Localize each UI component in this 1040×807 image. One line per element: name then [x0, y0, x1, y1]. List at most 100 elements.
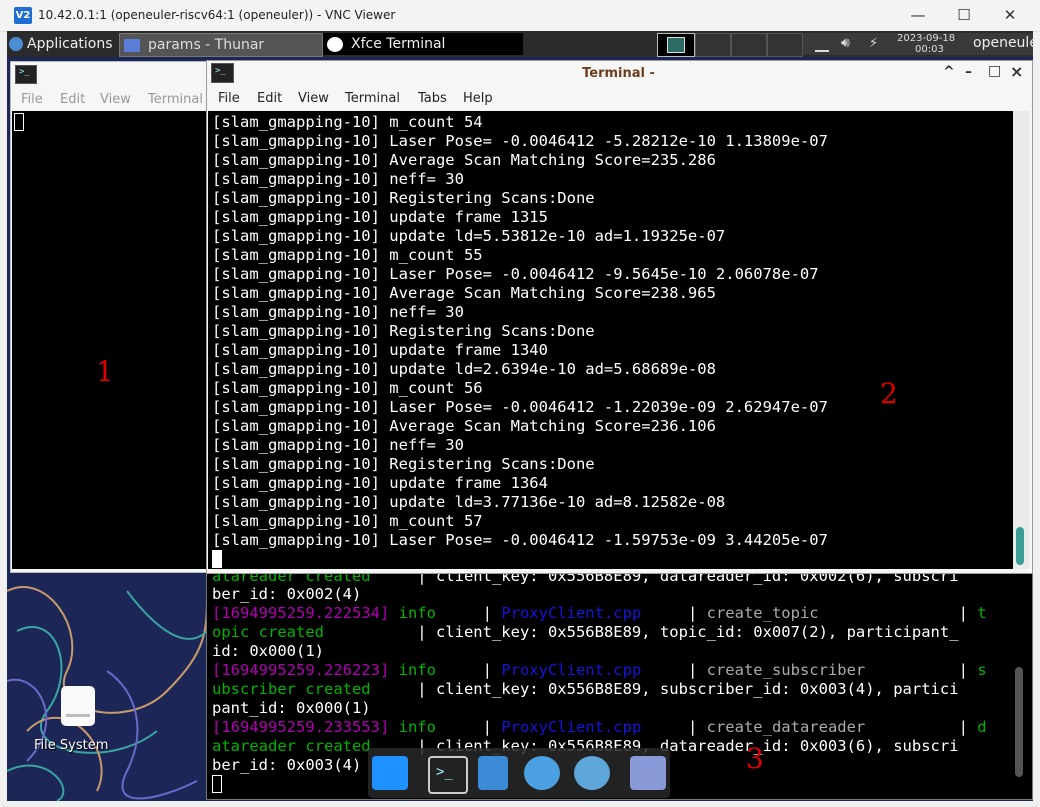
- taskbar-terminal-label: Xfce Terminal: [351, 36, 446, 52]
- terminal2-line: [slam_gmapping-10] Registering Scans:Don…: [212, 322, 595, 340]
- file-system-label: File System: [34, 738, 109, 753]
- terminal2-line: [slam_gmapping-10] m_count 54: [212, 113, 483, 131]
- term2-menu-terminal[interactable]: Terminal: [345, 91, 400, 106]
- terminal2-line: [slam_gmapping-10] update frame 1315: [212, 208, 548, 226]
- term3-line: [1694995259.233553] info | ProxyClient.c…: [212, 718, 987, 736]
- terminal2-line: [slam_gmapping-10] Laser Pose= -0.004641…: [212, 265, 819, 283]
- web-browser-icon[interactable]: [524, 756, 560, 790]
- terminal2-cursor: [212, 550, 222, 568]
- workspace-1[interactable]: [657, 33, 695, 57]
- term3-line: [1694995259.226223] info | ProxyClient.c…: [212, 661, 987, 679]
- terminal2-title: Terminal -: [582, 66, 655, 81]
- terminal2-line: [slam_gmapping-10] Laser Pose= -0.004641…: [212, 132, 828, 150]
- terminal2-menubar: File Edit View Terminal Tabs Help: [206, 88, 1031, 110]
- term3-line: ber_id: 0x002(4): [212, 585, 362, 603]
- vnc-maximize-button[interactable]: ☐: [941, 0, 987, 31]
- term1-menu-file[interactable]: File: [21, 92, 43, 107]
- terminal2-output[interactable]: [slam_gmapping-10] m_count 54 [slam_gmapp…: [208, 111, 1013, 569]
- terminal2-line: [slam_gmapping-10] m_count 55: [212, 246, 483, 264]
- term3-line: ubscriber created | client_key: 0x556B8E…: [212, 680, 959, 698]
- term2-menu-help[interactable]: Help: [463, 91, 493, 106]
- term2-menu-edit[interactable]: Edit: [257, 91, 282, 106]
- xfce-mouse-icon: [9, 37, 23, 51]
- dock: >_: [368, 748, 670, 798]
- term2-menu-file[interactable]: File: [218, 91, 240, 106]
- terminal2-line: [slam_gmapping-10] Registering Scans:Don…: [212, 189, 595, 207]
- network-icon[interactable]: [815, 38, 829, 52]
- applications-menu-button[interactable]: Applications: [9, 33, 117, 55]
- annotation-label: 2: [880, 377, 898, 410]
- user-name[interactable]: openeuler: [973, 35, 1040, 51]
- vnc-window-title: 10.42.0.1:1 (openeuler-riscv64:1 (openeu…: [38, 8, 396, 22]
- power-icon[interactable]: ⚡︎: [869, 36, 878, 51]
- terminal2-maximize-button[interactable]: □: [988, 63, 1001, 79]
- system-tray: 🔊︎ ⚡︎ 2023-09-18 00:03 openeuler: [803, 33, 1040, 55]
- taskbar-thunar[interactable]: params - Thunar: [119, 33, 323, 57]
- terminal2-line: [slam_gmapping-10] Average Scan Matching…: [212, 151, 716, 169]
- terminal1-cursor: [14, 113, 24, 131]
- vnc-logo-icon: V2: [14, 7, 32, 24]
- terminal3-cursor: [212, 775, 222, 793]
- terminal-launcher-icon[interactable]: >_: [428, 756, 468, 794]
- terminal-app-icon: [327, 36, 343, 52]
- clock-time[interactable]: 00:03: [915, 44, 944, 55]
- terminal2-line: [slam_gmapping-10] update ld=3.77136e-10…: [212, 493, 726, 511]
- terminal2-line: [slam_gmapping-10] m_count 56: [212, 379, 483, 397]
- terminal2-minimize-button[interactable]: –: [965, 64, 972, 80]
- home-folder-icon[interactable]: [630, 756, 666, 790]
- term3-line: [1694995259.222534] info | ProxyClient.c…: [212, 604, 987, 622]
- terminal2-line: [slam_gmapping-10] update ld=2.6394e-10 …: [212, 360, 716, 378]
- app-finder-icon[interactable]: [574, 756, 610, 790]
- folder-icon: [124, 38, 140, 52]
- term3-line: pant_id: 0x000(1): [212, 699, 371, 717]
- term2-menu-view[interactable]: View: [298, 91, 329, 106]
- terminal2-line: [slam_gmapping-10] Average Scan Matching…: [212, 417, 716, 435]
- terminal1-output[interactable]: [12, 111, 208, 569]
- vnc-minimize-button[interactable]: —: [895, 0, 941, 31]
- show-desktop-icon[interactable]: [372, 756, 408, 790]
- workspace-3[interactable]: [731, 33, 767, 57]
- taskbar-thunar-label: params - Thunar: [148, 37, 265, 53]
- term1-menu-terminal[interactable]: Terminal: [148, 92, 203, 107]
- annotation-label: 1: [96, 355, 114, 388]
- file-system-icon[interactable]: [61, 686, 95, 726]
- terminal3-scrollbar[interactable]: [1015, 667, 1023, 777]
- terminal2-line: [slam_gmapping-10] neff= 30: [212, 436, 464, 454]
- terminal2-line: [slam_gmapping-10] update ld=5.53812e-10…: [212, 227, 726, 245]
- terminal2-close-button[interactable]: ×: [1010, 62, 1023, 81]
- term3-line: opic created | client_key: 0x556B8E89, t…: [212, 623, 959, 641]
- terminal2-scrollbar-thumb[interactable]: [1016, 527, 1024, 565]
- terminal2-line: [slam_gmapping-10] update frame 1340: [212, 341, 548, 359]
- terminal-app-icon: >_: [15, 65, 37, 84]
- terminal-mini-icon: [667, 37, 685, 53]
- drive-slot: [66, 714, 90, 717]
- xfce-top-panel: Applications params - Thunar Xfce Termin…: [7, 31, 1040, 57]
- term2-menu-tabs[interactable]: Tabs: [418, 91, 447, 106]
- terminal2-line: [slam_gmapping-10] neff= 30: [212, 303, 464, 321]
- vnc-title-bar: V2 10.42.0.1:1 (openeuler-riscv64:1 (ope…: [0, 0, 1040, 32]
- term1-menu-view[interactable]: View: [100, 92, 131, 107]
- terminal2-line: [slam_gmapping-10] update frame 1364: [212, 474, 548, 492]
- terminal2-scrollbar-track[interactable]: [1013, 111, 1029, 569]
- file-manager-icon[interactable]: [478, 756, 508, 790]
- terminal2-line: [slam_gmapping-10] Laser Pose= -0.004641…: [212, 531, 828, 549]
- terminal2-line: [slam_gmapping-10] Average Scan Matching…: [212, 284, 716, 302]
- clock-date[interactable]: 2023-09-18: [897, 33, 955, 44]
- workspace-4[interactable]: [767, 33, 803, 57]
- taskbar-terminal[interactable]: Xfce Terminal: [323, 33, 523, 55]
- annotation-label: 3: [746, 742, 764, 775]
- terminal2-titlebar[interactable]: >_ Terminal - ^ – □ ×: [206, 60, 1031, 87]
- term1-menu-edit[interactable]: Edit: [60, 92, 85, 107]
- terminal2-line: [slam_gmapping-10] Registering Scans:Don…: [212, 455, 595, 473]
- term3-line: ber_id: 0x003(4): [212, 756, 362, 774]
- term3-line: id: 0x000(1): [212, 642, 324, 660]
- terminal1-menubar: File Edit View Terminal: [10, 89, 210, 111]
- workspace-2[interactable]: [695, 33, 731, 57]
- volume-icon[interactable]: 🔊︎: [841, 35, 850, 51]
- terminal2-line: [slam_gmapping-10] neff= 30: [212, 170, 464, 188]
- terminal2-line: [slam_gmapping-10] m_count 57: [212, 512, 483, 530]
- vnc-close-button[interactable]: ✕: [987, 0, 1033, 31]
- terminal2-line: [slam_gmapping-10] Laser Pose= -0.004641…: [212, 398, 828, 416]
- terminal2-shade-button[interactable]: ^: [943, 64, 955, 80]
- applications-label: Applications: [27, 36, 113, 52]
